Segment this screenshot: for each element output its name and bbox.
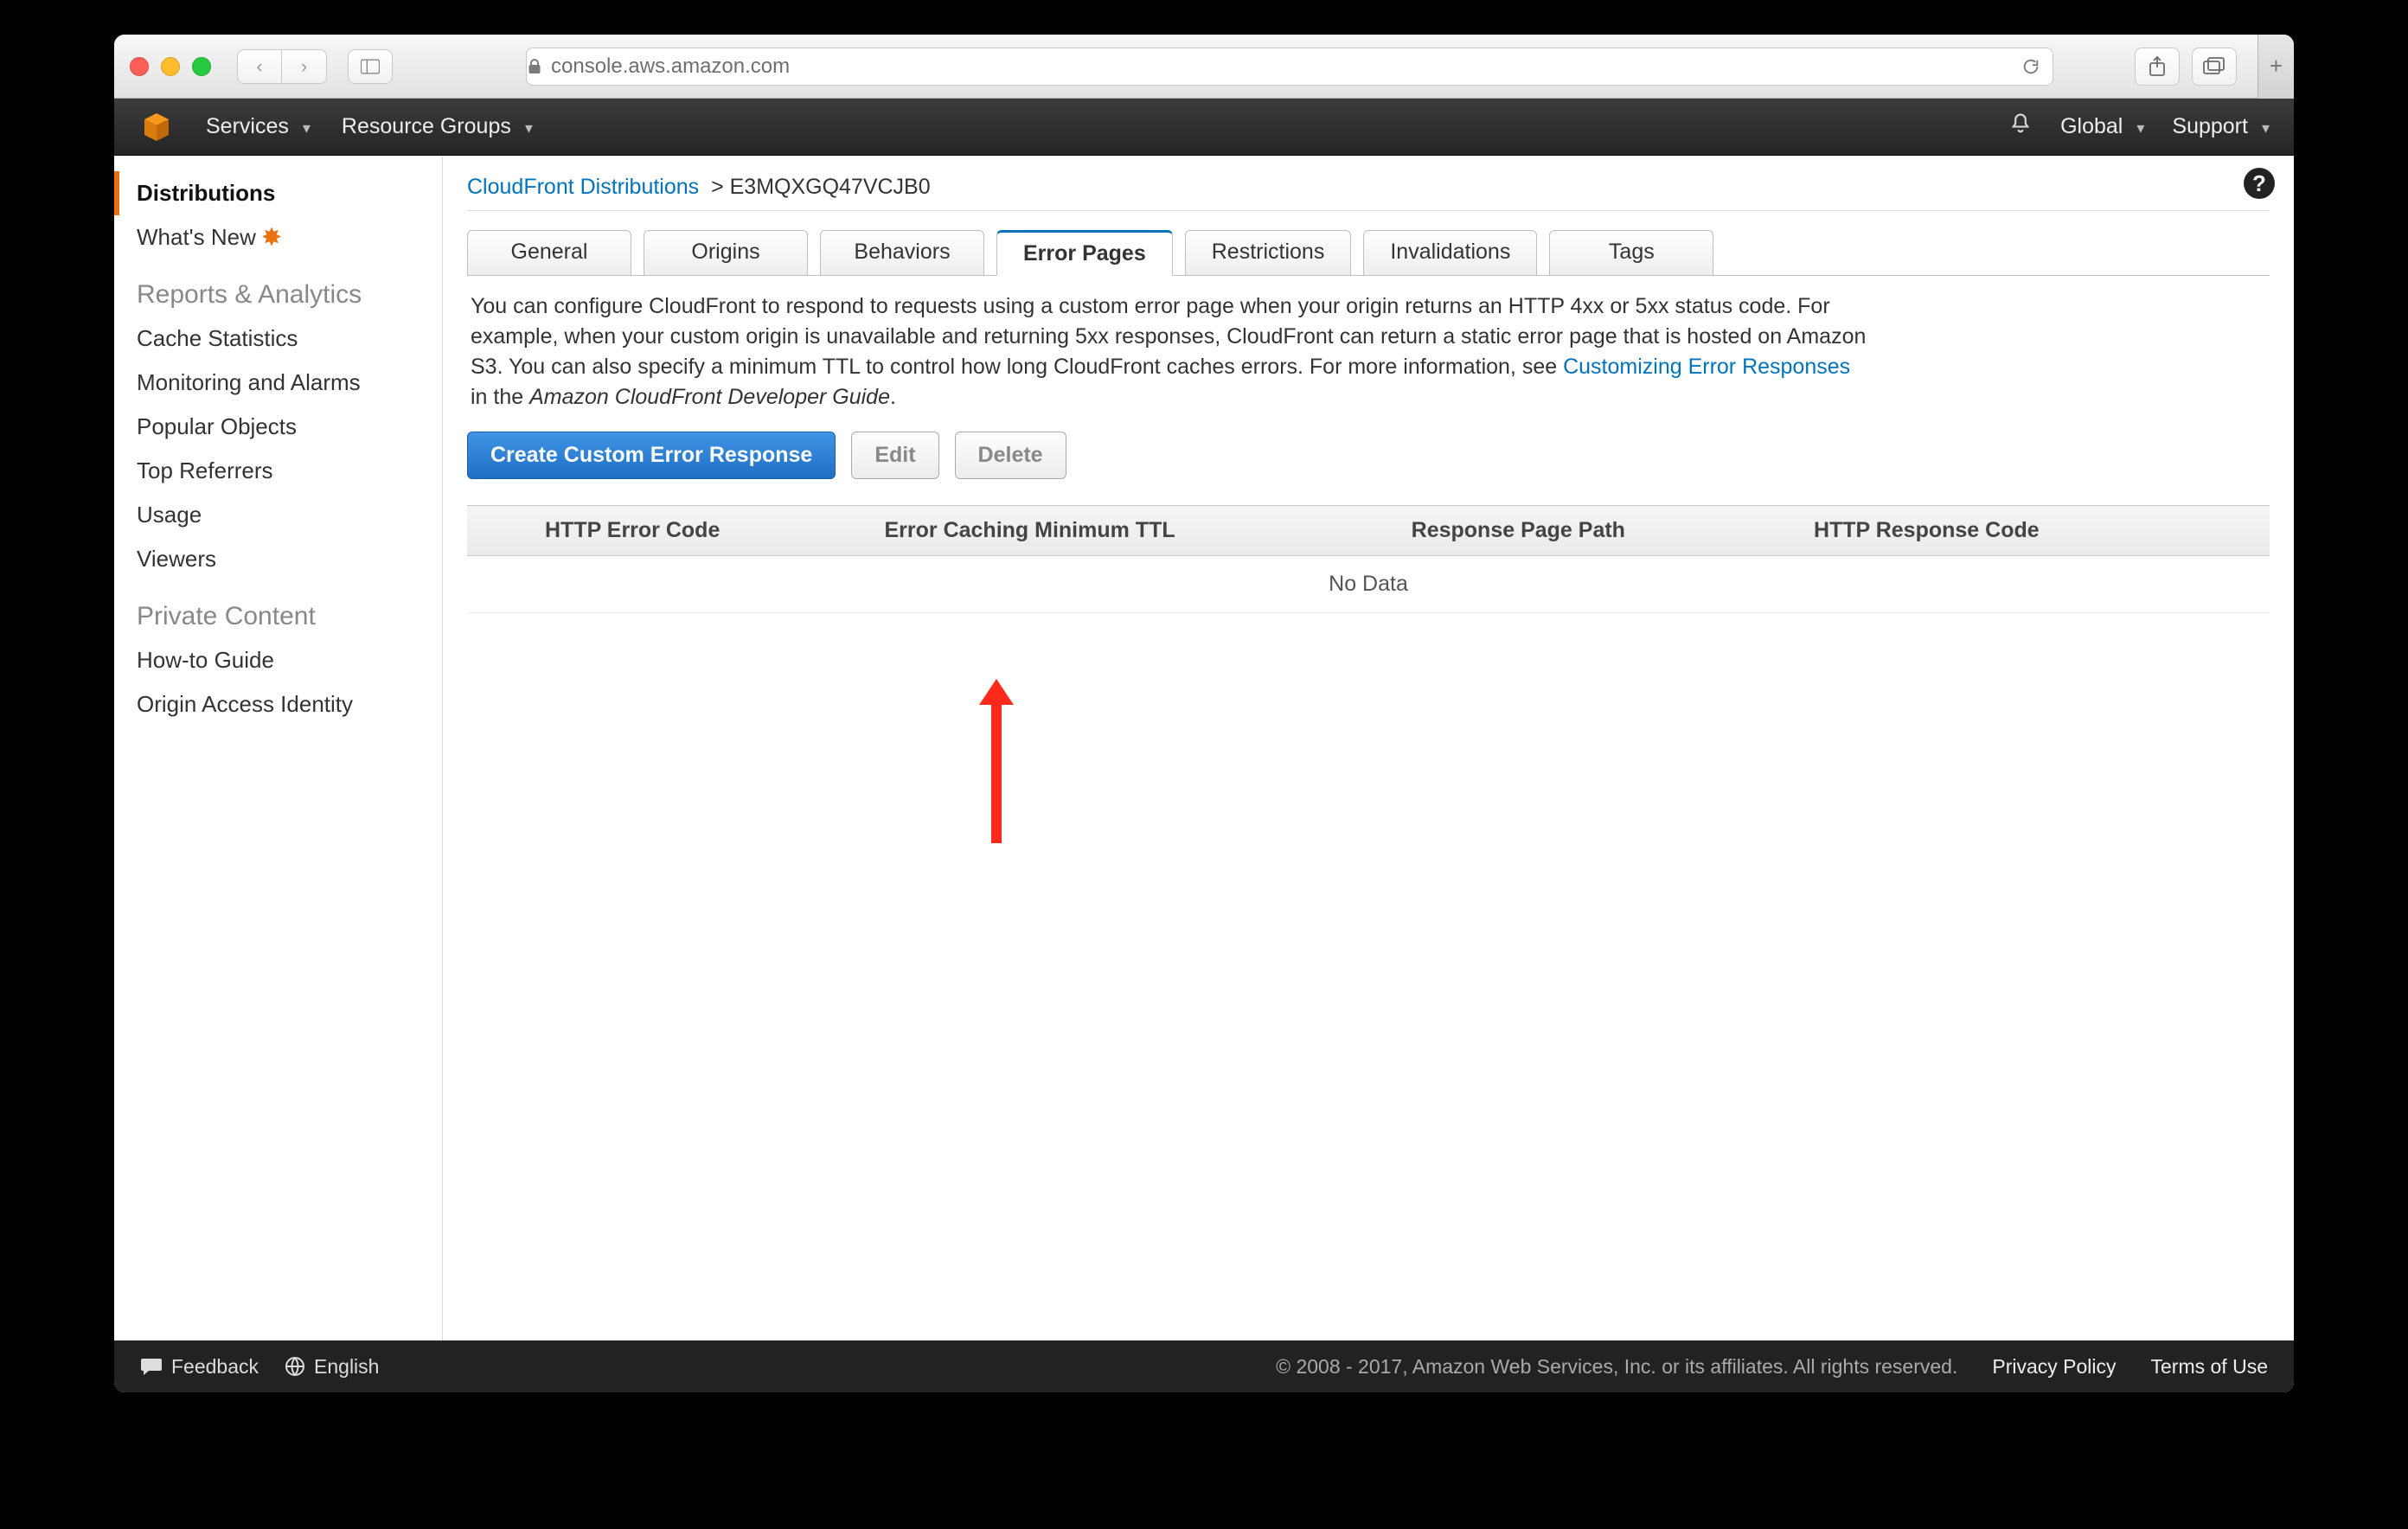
tab-origins[interactable]: Origins (644, 230, 808, 276)
breadcrumb: CloudFront Distributions > E3MQXGQ47VCJB… (467, 175, 2270, 200)
sidebar-item-howto-guide[interactable]: How-to Guide (114, 638, 442, 682)
close-window-icon[interactable] (130, 57, 149, 76)
address-bar[interactable]: console.aws.amazon.com (526, 48, 2053, 86)
minimize-window-icon[interactable] (161, 57, 180, 76)
maximize-window-icon[interactable] (192, 57, 211, 76)
sidebar-item-top-referrers[interactable]: Top Referrers (114, 449, 442, 493)
customizing-error-responses-link[interactable]: Customizing Error Responses (1563, 355, 1850, 379)
breadcrumb-current: E3MQXGQ47VCJB0 (730, 175, 931, 199)
sidebar-item-whats-new[interactable]: What's New (114, 215, 442, 259)
tab-behaviors[interactable]: Behaviors (820, 230, 984, 276)
delete-button: Delete (955, 432, 1066, 479)
col-error-caching-ttl: Error Caching Minimum TTL (867, 506, 1393, 556)
reload-button[interactable] (2021, 57, 2040, 76)
privacy-policy-link[interactable]: Privacy Policy (1992, 1355, 2116, 1379)
back-button[interactable]: ‹ (237, 49, 282, 84)
browser-window: ‹ › console.aws.amazon.com + (114, 35, 2294, 1392)
bell-icon (2008, 112, 2033, 136)
reload-icon (2021, 57, 2040, 76)
new-tab-button[interactable]: + (2258, 35, 2294, 99)
sidebar-heading-reports: Reports & Analytics (114, 259, 442, 317)
support-menu[interactable]: Support (2172, 114, 2270, 139)
resource-groups-menu[interactable]: Resource Groups (342, 114, 533, 139)
divider (467, 210, 2270, 211)
url-host: console.aws.amazon.com (551, 54, 790, 79)
sidebar-item-origin-access-identity[interactable]: Origin Access Identity (114, 682, 442, 726)
tab-error-pages[interactable]: Error Pages (996, 230, 1173, 276)
terms-of-use-link[interactable]: Terms of Use (2151, 1355, 2268, 1379)
language-selector[interactable]: English (285, 1355, 379, 1379)
sidebar-item-monitoring-alarms[interactable]: Monitoring and Alarms (114, 361, 442, 405)
annotation-arrow-icon (970, 644, 1022, 852)
tab-invalidations[interactable]: Invalidations (1363, 230, 1537, 276)
help-button[interactable]: ? (2244, 168, 2275, 199)
services-label: Services (206, 114, 289, 139)
tab-restrictions[interactable]: Restrictions (1185, 230, 1352, 276)
resource-groups-label: Resource Groups (342, 114, 511, 139)
tab-general[interactable]: General (467, 230, 631, 276)
services-menu[interactable]: Services (206, 114, 311, 139)
breadcrumb-root-link[interactable]: CloudFront Distributions (467, 175, 699, 199)
no-data-cell: No Data (467, 556, 2270, 613)
tab-tags[interactable]: Tags (1549, 230, 1713, 276)
forward-button[interactable]: › (282, 49, 327, 84)
globe-icon (285, 1356, 305, 1377)
col-http-response-code: HTTP Response Code (1796, 506, 2218, 556)
aws-top-nav: Services Resource Groups Global Support (114, 99, 2294, 156)
aws-logo[interactable] (138, 109, 175, 145)
info-text: You can configure CloudFront to respond … (471, 291, 1872, 413)
notifications-button[interactable] (2008, 112, 2033, 142)
sidebar-item-usage[interactable]: Usage (114, 493, 442, 537)
sidebar-toggle-button[interactable] (348, 49, 393, 84)
share-button[interactable] (2135, 48, 2180, 86)
speech-bubble-icon (140, 1357, 163, 1376)
action-buttons: Create Custom Error Response Edit Delete (467, 432, 2270, 479)
error-pages-table: HTTP Error Code Error Caching Minimum TT… (467, 505, 2270, 613)
region-menu[interactable]: Global (2060, 114, 2144, 139)
sidebar-item-cache-statistics[interactable]: Cache Statistics (114, 317, 442, 361)
window-controls (130, 57, 211, 76)
table-row-empty: No Data (467, 556, 2270, 613)
tab-bar: General Origins Behaviors Error Pages Re… (467, 230, 2270, 276)
create-custom-error-response-button[interactable]: Create Custom Error Response (467, 432, 836, 479)
main-panel: ? CloudFront Distributions > E3MQXGQ47VC… (443, 156, 2294, 1340)
tabs-button[interactable] (2192, 48, 2237, 86)
browser-toolbar: ‹ › console.aws.amazon.com + (114, 35, 2294, 99)
guide-title: Amazon CloudFront Developer Guide (529, 385, 890, 409)
lock-icon (527, 58, 542, 75)
region-label: Global (2060, 114, 2123, 139)
cube-icon (139, 110, 174, 144)
select-all-col[interactable] (467, 506, 528, 556)
footer-bar: Feedback English © 2008 - 2017, Amazon W… (114, 1340, 2294, 1392)
sidebar-heading-private: Private Content (114, 581, 442, 638)
support-label: Support (2172, 114, 2248, 139)
col-spacer (2218, 506, 2270, 556)
page-content: Distributions What's New Reports & Analy… (114, 156, 2294, 1340)
sidebar: Distributions What's New Reports & Analy… (114, 156, 443, 1340)
sidebar-item-distributions[interactable]: Distributions (114, 171, 442, 215)
col-http-error-code: HTTP Error Code (528, 506, 867, 556)
sidebar-icon (361, 59, 380, 74)
tabs-icon (2203, 57, 2225, 76)
feedback-button[interactable]: Feedback (140, 1355, 259, 1379)
sidebar-item-viewers[interactable]: Viewers (114, 537, 442, 581)
col-response-page-path: Response Page Path (1394, 506, 1796, 556)
sidebar-item-popular-objects[interactable]: Popular Objects (114, 405, 442, 449)
edit-button: Edit (851, 432, 938, 479)
copyright-text: © 2008 - 2017, Amazon Web Services, Inc.… (1276, 1355, 1957, 1379)
share-icon (2148, 55, 2167, 78)
